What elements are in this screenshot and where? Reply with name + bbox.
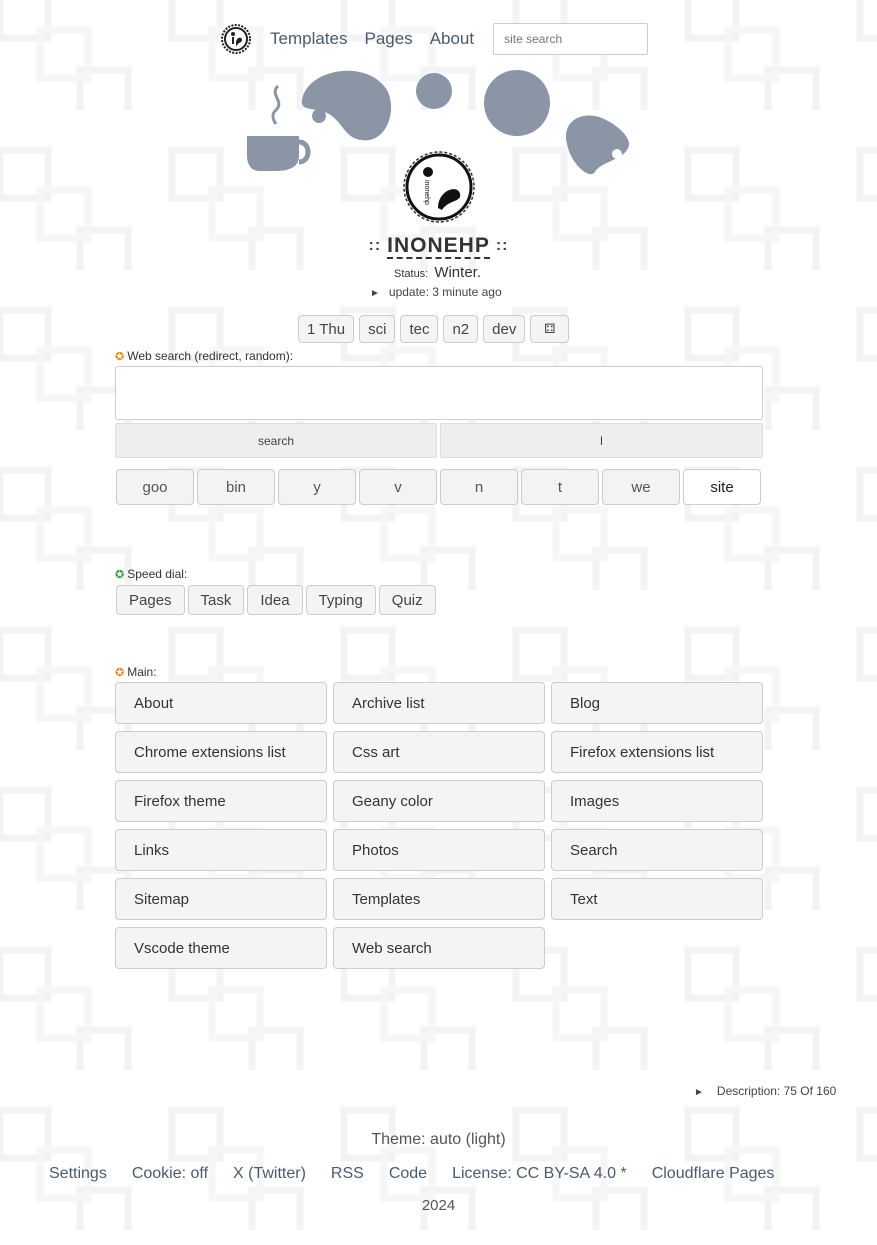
inonehp-logo-icon[interactable] bbox=[220, 23, 252, 55]
main-link[interactable]: Geany color bbox=[333, 780, 545, 822]
footer-link-license[interactable]: License: CC BY-SA 4.0 * bbox=[452, 1165, 627, 1183]
nav-link-about[interactable]: About bbox=[430, 29, 474, 49]
speed-dial-label-text: Speed dial: bbox=[127, 567, 188, 581]
top-nav: Templates Pages About bbox=[220, 22, 649, 56]
engine-button[interactable]: bin bbox=[197, 469, 275, 505]
speed-dial-label: ✪ Speed dial: bbox=[115, 567, 187, 581]
main-link[interactable]: Firefox extensions list bbox=[551, 731, 763, 773]
footer-link-code[interactable]: Code bbox=[389, 1165, 427, 1183]
web-search-label-text: Web search (redirect, random): bbox=[127, 349, 294, 363]
site-name[interactable]: INONEHP bbox=[387, 235, 490, 259]
tag-button[interactable]: 1 Thu bbox=[298, 315, 355, 343]
disclosure-triangle-icon: ► bbox=[694, 1087, 704, 1098]
tag-bar: 1 Thu sci tec n2 dev ⚃ bbox=[298, 315, 574, 343]
footer-link-settings[interactable]: Settings bbox=[49, 1165, 107, 1183]
engine-button[interactable]: y bbox=[278, 469, 356, 505]
footer-link-twitter[interactable]: X (Twitter) bbox=[233, 1165, 306, 1183]
main-link[interactable]: Photos bbox=[333, 829, 545, 871]
star-icon: ✪ bbox=[115, 351, 125, 363]
main-links-grid: About Archive list Blog Chrome extension… bbox=[115, 682, 763, 969]
star-icon: ✪ bbox=[115, 667, 125, 679]
speed-dial-item[interactable]: Pages bbox=[116, 585, 185, 615]
site-search-input[interactable] bbox=[493, 23, 649, 55]
lucky-button[interactable]: l bbox=[440, 423, 763, 458]
speed-dial-item[interactable]: Idea bbox=[247, 585, 303, 615]
speed-dial-item[interactable]: Quiz bbox=[378, 585, 436, 615]
main-link[interactable]: Chrome extensions list bbox=[115, 731, 327, 773]
main-link[interactable]: Text bbox=[551, 878, 763, 920]
tag-button[interactable]: n2 bbox=[443, 315, 479, 343]
title-suffix: :: bbox=[495, 237, 509, 254]
description-disclosure[interactable]: ► Description: 75 Of 160 bbox=[694, 1084, 836, 1098]
tag-button[interactable]: dev bbox=[483, 315, 526, 343]
main-link[interactable]: About bbox=[115, 682, 327, 724]
nav-link-templates[interactable]: Templates bbox=[270, 29, 347, 49]
svg-text:inonehp: inonehp bbox=[423, 180, 430, 205]
inonehp-badge-icon: inonehp bbox=[403, 151, 475, 223]
engine-button[interactable]: t bbox=[521, 469, 599, 505]
footer-link-cloudflare[interactable]: Cloudflare Pages bbox=[652, 1165, 775, 1183]
engine-button[interactable]: n bbox=[440, 469, 518, 505]
main-link[interactable]: Templates bbox=[333, 878, 545, 920]
description-text: Description: 75 Of 160 bbox=[716, 1084, 837, 1098]
status: Status: Winter. bbox=[394, 264, 481, 281]
web-search-label: ✪ Web search (redirect, random): bbox=[115, 349, 293, 363]
search-button[interactable]: search bbox=[115, 423, 437, 458]
main-link[interactable]: Sitemap bbox=[115, 878, 327, 920]
disclosure-triangle-icon: ► bbox=[370, 288, 380, 299]
main-link[interactable]: Archive list bbox=[333, 682, 545, 724]
tag-button[interactable]: tec bbox=[400, 315, 439, 343]
footer-links: Settings Cookie: off X (Twitter) RSS Cod… bbox=[49, 1165, 774, 1183]
footer-link-cookie[interactable]: Cookie: off bbox=[132, 1165, 208, 1183]
title-prefix: :: bbox=[368, 237, 382, 254]
nav-link-pages[interactable]: Pages bbox=[364, 29, 412, 49]
main-link[interactable]: Links bbox=[115, 829, 327, 871]
web-search-input[interactable] bbox=[115, 366, 763, 420]
main-link[interactable]: Css art bbox=[333, 731, 545, 773]
footer-link-rss[interactable]: RSS bbox=[331, 1165, 364, 1183]
main-link[interactable]: Firefox theme bbox=[115, 780, 327, 822]
main-label-text: Main: bbox=[127, 665, 157, 679]
random-dice-icon[interactable]: ⚃ bbox=[530, 315, 570, 343]
tag-button[interactable]: sci bbox=[359, 315, 396, 343]
star-icon: ✪ bbox=[115, 569, 125, 581]
status-label: Status: bbox=[394, 268, 429, 280]
engine-button-active[interactable]: site bbox=[683, 469, 761, 505]
update-text: update: 3 minute ago bbox=[388, 285, 502, 299]
status-value: Winter. bbox=[434, 264, 481, 281]
main-link[interactable]: Search bbox=[551, 829, 763, 871]
speed-dial: Pages Task Idea Typing Quiz bbox=[116, 585, 439, 615]
engine-button[interactable]: we bbox=[602, 469, 680, 505]
main-link[interactable]: Vscode theme bbox=[115, 927, 327, 969]
site-title: :: INONEHP:: bbox=[0, 234, 877, 259]
main-link[interactable]: Blog bbox=[551, 682, 763, 724]
engine-button[interactable]: v bbox=[359, 469, 437, 505]
footer-year: 2024 bbox=[421, 1197, 456, 1214]
theme-toggle[interactable]: Theme: auto (light) bbox=[0, 1131, 877, 1149]
search-engines: goo bin y v n t we site bbox=[116, 469, 764, 505]
main-label: ✪ Main: bbox=[115, 665, 157, 679]
update-disclosure[interactable]: ► update: 3 minute ago bbox=[370, 285, 502, 299]
main-link[interactable]: Images bbox=[551, 780, 763, 822]
speed-dial-item[interactable]: Typing bbox=[305, 585, 376, 615]
speed-dial-item[interactable]: Task bbox=[187, 585, 245, 615]
main-link[interactable]: Web search bbox=[333, 927, 545, 969]
engine-button[interactable]: goo bbox=[116, 469, 194, 505]
